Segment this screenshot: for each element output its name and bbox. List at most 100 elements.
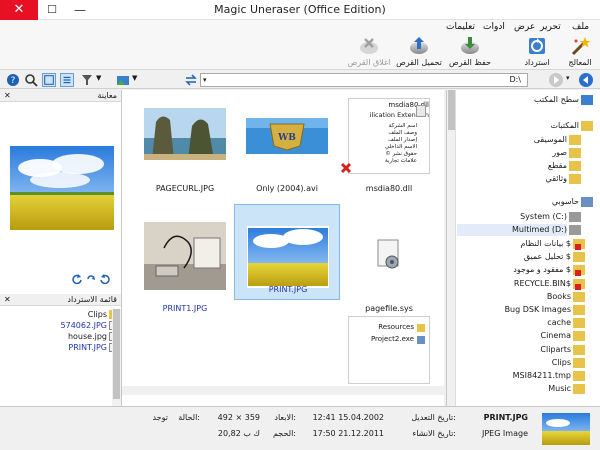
tree-libraries[interactable]: المكتبات xyxy=(551,120,593,132)
menu-file[interactable]: ملف xyxy=(572,21,589,33)
tree-library-item-label: مقطع xyxy=(547,161,567,170)
file-tile[interactable]: msdia80.dll ilication Extension اسم الشر… xyxy=(338,94,440,212)
save-disk-icon xyxy=(461,37,479,54)
file-grid: msdia80.dll ilication Extension اسم الشر… xyxy=(122,90,444,406)
status-modified-label: تاريخ التعديل: xyxy=(411,413,456,422)
tree-library-item-label: وثائقي xyxy=(545,174,567,183)
history-dropdown-icon[interactable]: ▾ xyxy=(566,74,570,82)
save-disk-button[interactable]: حفظ القرص xyxy=(444,35,496,69)
back-icon[interactable] xyxy=(578,72,594,88)
load-disk-button[interactable]: تحميل القرص xyxy=(392,35,446,69)
tree-library-item[interactable]: الموسيقى xyxy=(534,134,581,146)
tree-folder[interactable]: Bug DSK Images xyxy=(505,304,585,316)
preview-close-icon[interactable]: ✕ xyxy=(4,90,11,101)
recovery-list-item[interactable]: Clips xyxy=(0,309,121,320)
tree-folder[interactable]: $ تحليل عميق xyxy=(523,251,585,263)
tree-folder[interactable]: $RECYCLE.BIN xyxy=(514,278,585,290)
filter-icon[interactable] xyxy=(80,73,94,87)
file-tile[interactable]: WB Only (2004).avi xyxy=(236,94,338,212)
tree-folder-label: Music xyxy=(548,384,571,394)
tree-folder[interactable]: Music xyxy=(548,383,585,395)
recovery-list-item[interactable]: PRINT.JPG xyxy=(0,342,121,353)
menu-view[interactable]: عرض xyxy=(514,21,535,33)
navigation-bar: ? ▼ ▼ ▾ D:\ ▾ xyxy=(0,71,600,89)
rotate-right-icon[interactable] xyxy=(100,274,110,284)
folder-icon xyxy=(417,324,425,332)
close-icon: ✕ xyxy=(13,2,25,17)
tree-folder[interactable]: Books xyxy=(547,291,585,303)
archive-entry-label: Project2.exe xyxy=(370,335,414,343)
recovery-list-item[interactable]: 574062.JPG xyxy=(0,320,121,331)
close-disk-button[interactable]: اغلاق القرص xyxy=(344,35,394,69)
tree-drive-c[interactable]: System (C:) xyxy=(520,211,581,223)
tree-folder[interactable]: Cinema xyxy=(541,330,585,342)
file-name: Only (2004).avi xyxy=(256,184,318,193)
tree-library-item-label: صور xyxy=(552,148,567,157)
image-view-icon[interactable] xyxy=(116,73,130,87)
tree-folder[interactable]: $ مفقود و موجود xyxy=(513,264,585,277)
tree-desktop[interactable]: سطح المكتب xyxy=(534,94,593,106)
tree-library-item[interactable]: مقطع xyxy=(547,160,581,172)
tree-library-item[interactable]: صور xyxy=(552,147,581,159)
wizard-button[interactable]: المعالج xyxy=(562,35,598,69)
recovery-list-scrollbar[interactable] xyxy=(112,309,121,406)
tree-folder-label: cache xyxy=(547,318,571,328)
rotate-left-icon[interactable] xyxy=(72,274,82,284)
dll-file-icon xyxy=(416,105,426,117)
save-disk-label: حفظ القرص xyxy=(449,58,491,67)
tree-computer[interactable]: حاسوبي xyxy=(552,196,593,208)
recovery-list-item-label: Clips xyxy=(87,310,107,319)
menu-help[interactable]: تعليمات xyxy=(446,21,475,33)
photo-thumbnail xyxy=(247,226,329,288)
recovery-list-close-icon[interactable]: ✕ xyxy=(4,294,11,305)
forward-icon[interactable] xyxy=(548,72,564,88)
tree-folder[interactable]: Cliparts xyxy=(540,344,585,356)
status-state-value: توجد xyxy=(152,413,168,422)
preview-image xyxy=(10,146,114,230)
dll-card-fields: اسم الشركة وصف الملف إصدار الملف الاسم الدا… xyxy=(351,123,417,165)
image-view-dropdown-arrow-icon[interactable]: ▼ xyxy=(132,74,137,82)
file-tile[interactable]: PAGECURL.JPG xyxy=(134,94,236,212)
tree-drive-d[interactable]: Multimed (D:) xyxy=(457,224,581,236)
flip-icon[interactable] xyxy=(86,274,96,284)
list-view-icon[interactable] xyxy=(60,73,74,87)
close-window-button[interactable]: ✕ xyxy=(0,0,38,20)
status-size-value: 20,82 ك ب xyxy=(217,429,260,438)
deleted-mark-icon xyxy=(340,162,352,174)
recovery-list-header: قائمة الاسترداد ✕ xyxy=(0,294,121,306)
dll-card-field: اسم الشركة xyxy=(388,123,417,129)
minimize-icon: — xyxy=(74,3,86,17)
file-tile-selected[interactable]: PRINT.JPG xyxy=(234,204,340,300)
sync-icon[interactable] xyxy=(184,73,198,87)
recovery-list-item-label: PRINT.JPG xyxy=(68,343,107,352)
file-tile[interactable]: PRINT1.JPG xyxy=(134,214,236,332)
minimize-window-button[interactable]: — xyxy=(66,0,94,20)
close-disk-label: اغلاق القرص xyxy=(347,58,391,67)
deleted-mark-icon xyxy=(575,283,581,290)
folder-tree-scroll-thumb[interactable] xyxy=(448,90,455,130)
address-dropdown-icon[interactable]: ▾ xyxy=(203,74,207,86)
recovery-list-scroll-thumb[interactable] xyxy=(113,309,120,399)
tree-folder[interactable]: $ بيانات النظام xyxy=(521,238,585,250)
maximize-window-button[interactable]: ☐ xyxy=(38,0,66,20)
search-icon[interactable] xyxy=(24,73,38,87)
tree-folder[interactable]: MSI84211.tmp xyxy=(513,370,585,382)
recover-button[interactable]: استرداد xyxy=(514,35,560,69)
tree-folder-label: $ تحليل عميق xyxy=(523,252,571,262)
filter-dropdown-arrow-icon[interactable]: ▼ xyxy=(96,74,101,82)
file-grid-hscrollbar[interactable] xyxy=(122,386,444,395)
menu-tools[interactable]: ادوات xyxy=(483,21,505,33)
recovery-list-item[interactable]: house.jpg xyxy=(0,331,121,342)
menu-edit[interactable]: تحرير xyxy=(540,21,561,33)
help-icon[interactable]: ? xyxy=(6,73,20,87)
folder-tree-scrollbar[interactable] xyxy=(447,90,456,406)
recovery-list-item-label: house.jpg xyxy=(67,332,107,341)
address-field[interactable]: ▾ D:\ xyxy=(200,73,528,87)
deleted-mark-icon xyxy=(575,270,581,277)
view-mode-icon[interactable] xyxy=(42,73,56,87)
tree-folder[interactable]: Clips xyxy=(552,357,585,369)
tree-drive-c-label: System (C:) xyxy=(520,212,567,221)
tree-library-item[interactable]: وثائقي xyxy=(545,173,581,185)
tree-folder[interactable]: cache xyxy=(547,317,585,329)
desktop-icon xyxy=(581,95,593,105)
